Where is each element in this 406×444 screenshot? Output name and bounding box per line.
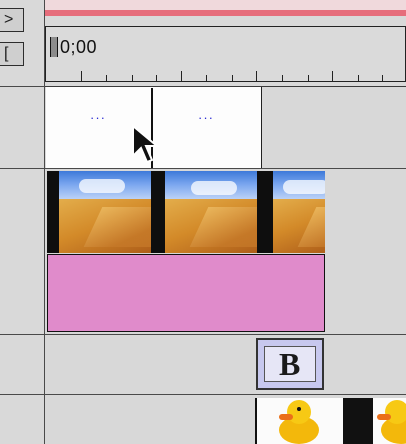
ruler-tick (181, 71, 182, 81)
toggle-track-button[interactable]: [ (0, 42, 24, 66)
ruler-tick (332, 71, 333, 81)
title-placeholder: ··· (198, 110, 214, 125)
duck-thumbnail-icon (373, 398, 406, 444)
ruler-tick (81, 71, 82, 81)
desert-thumbnail-icon (273, 171, 325, 253)
bracket-icon: [ (4, 45, 9, 62)
track-divider (45, 334, 406, 335)
track-divider (45, 168, 406, 169)
ruler-tick (308, 75, 309, 81)
duck-thumbnail-icon (257, 398, 343, 444)
track-divider (0, 394, 44, 395)
desert-thumbnail-icon (165, 171, 257, 253)
title-b-clip[interactable]: B (256, 338, 324, 390)
ruler-tick (232, 75, 233, 81)
ruler-tick (106, 75, 107, 81)
arrow-cursor-icon (132, 124, 160, 164)
work-area-bar[interactable] (45, 0, 406, 16)
title-placeholder: ··· (90, 110, 106, 125)
duck-clip[interactable] (255, 398, 406, 444)
track-divider (0, 86, 44, 87)
expand-track-button[interactable]: > (0, 8, 24, 32)
ruler-tick (156, 75, 157, 81)
track-header-panel: > [ (0, 0, 45, 444)
b-clip-letter: B (279, 346, 301, 382)
track-divider (0, 334, 44, 335)
video-clip[interactable] (47, 171, 325, 253)
ruler-tick (206, 75, 207, 81)
playhead-marker[interactable] (50, 37, 58, 57)
ruler-tick (132, 75, 133, 81)
b-clip-thumbnail: B (264, 346, 316, 382)
ruler-tick (358, 75, 359, 81)
ruler-tick (382, 75, 383, 81)
ruler-track[interactable]: 0;00 (45, 26, 406, 82)
desert-thumbnail-icon (59, 171, 151, 253)
time-ruler[interactable]: 0;00 (45, 0, 406, 87)
ruler-tick (282, 75, 283, 81)
color-matte-clip[interactable] (47, 254, 325, 332)
ruler-tick (256, 71, 257, 81)
track-divider (45, 394, 406, 395)
timeline-window: > [ 0;00 ··· ··· B (0, 0, 406, 444)
expand-track-icon: > (4, 11, 14, 28)
timecode-label: 0;00 (60, 37, 98, 57)
track-divider (0, 168, 44, 169)
